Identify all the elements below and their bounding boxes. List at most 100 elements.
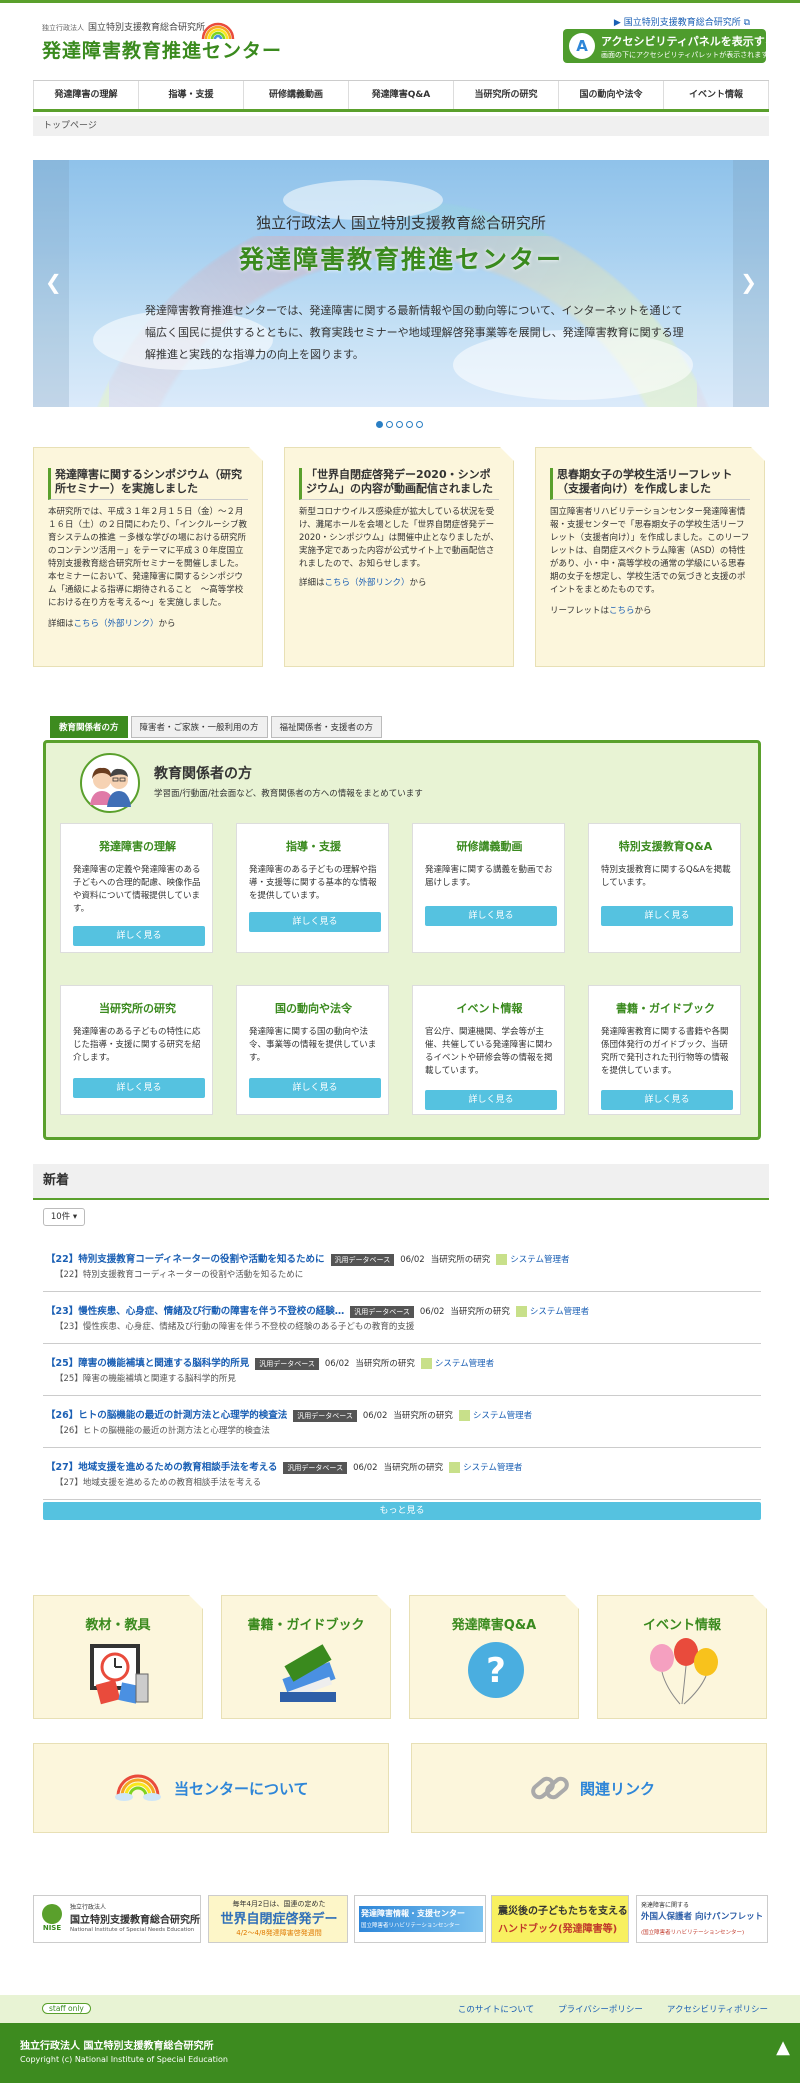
footer-link-about[interactable]: このサイトについて <box>458 2003 534 2015</box>
external-link-icon: ⧉ <box>740 18 750 28</box>
card-desc: 発達障害に関する国の動向や法令、事業等の情報を提供しています。 <box>249 1027 377 1063</box>
nav-item-qa[interactable]: 発達障害Q&A <box>348 81 453 109</box>
nav-item-research[interactable]: 当研究所の研究 <box>453 81 558 109</box>
card-desc: 発達障害の定義や発達障害のある子どもへの合理的配慮、映像作品や資料について情報提… <box>73 865 201 914</box>
tile-about-center[interactable]: 当センターについて <box>33 1743 389 1833</box>
card-title: 国の動向や法令 <box>275 1002 352 1015</box>
card-policy: 国の動向や法令 発達障害に関する国の動向や法令、事業等の情報を提供しています。 … <box>236 985 389 1115</box>
slider-dot-3[interactable] <box>396 421 403 428</box>
news-title-link[interactable]: 【26】ヒトの脳機能の最近の計測方法と心理学的検査法 <box>46 1410 287 1421</box>
more-prefix: 詳細は <box>299 578 325 588</box>
tile-teaching-materials[interactable]: 教材・教具 <box>33 1595 203 1719</box>
banner-info-center[interactable]: 発達障害情報・支援センター 国立障害者リハビリテーションセンター <box>354 1895 486 1943</box>
page-fold <box>753 1595 767 1609</box>
details-button[interactable]: 詳しく見る <box>425 906 557 926</box>
user-icon <box>449 1462 461 1473</box>
staff-only-link[interactable]: staff only <box>42 2003 91 2014</box>
panel-subtitle: 学習面/行動面/社会面など、教育関係者の方への情報をまとめています <box>154 789 423 799</box>
details-button[interactable]: 詳しく見る <box>73 926 205 946</box>
footer-link-privacy[interactable]: プライバシーポリシー <box>558 2003 643 2015</box>
tab-welfare[interactable]: 福祉関係者・支援者の方 <box>270 716 383 738</box>
news-user-link[interactable]: システム管理者 <box>463 1463 522 1473</box>
news-user-link[interactable]: システム管理者 <box>435 1359 494 1369</box>
news-category: 当研究所の研究 <box>430 1255 491 1265</box>
news-title-link[interactable]: 【25】障害の機能補填と関連する脳科学的所見 <box>46 1358 249 1369</box>
accessibility-sub: 画面の下にアクセシビリティパレットが表示されます <box>601 51 769 59</box>
accessibility-panel-button[interactable]: A アクセシビリティパネルを表示する 画面の下にアクセシビリティパレットが表示さ… <box>563 29 776 63</box>
site-logo-org[interactable]: 独立行政法人 国立特別支援教育総合研究所 <box>42 20 205 33</box>
banner-text: 4/2〜4/8発達障害啓発週間 <box>236 1929 322 1937</box>
nav-item-events[interactable]: イベント情報 <box>663 81 769 109</box>
details-button[interactable]: 詳しく見る <box>249 1078 381 1098</box>
footer-link-accessibility[interactable]: アクセシビリティポリシー <box>667 2003 768 2015</box>
card-desc: 特別支援教育に関するQ&Aを掲載しています。 <box>601 865 731 888</box>
banner-handbook[interactable]: 震災後の子どもたちを支える ハンドブック(発達障害等) <box>491 1895 629 1943</box>
news-item: 【27】地域支援を進めるための教育相談手法を考える 汎用データベース 06/02 当研… <box>43 1452 761 1500</box>
nav-item-policy[interactable]: 国の動向や法令 <box>558 81 663 109</box>
news-badge: 汎用データベース <box>330 1253 395 1266</box>
notice-link[interactable]: こちら <box>609 606 635 616</box>
news-more-button[interactable]: もっと見る <box>43 1502 761 1520</box>
org-tag: 独立行政法人 <box>42 24 84 32</box>
details-button[interactable]: 詳しく見る <box>601 906 733 926</box>
external-institute-link[interactable]: ▶ 国立特別支援教育総合研究所 ⧉ <box>614 15 750 28</box>
details-button[interactable]: 詳しく見る <box>425 1090 557 1110</box>
nav-item-guidance[interactable]: 指導・支援 <box>138 81 243 109</box>
details-button[interactable]: 詳しく見る <box>601 1090 733 1110</box>
news-title-link[interactable]: 【22】特別支援教育コーディネーターの役割や活動を知るために <box>46 1254 325 1265</box>
notice-text: 新型コロナウイルス感染症が拡大している状況を受け、灘尾ホールを会場とした「世界自… <box>299 507 499 569</box>
more-prefix: 詳細は <box>48 619 74 629</box>
card-qa: 特別支援教育Q&A 特別支援教育に関するQ&Aを掲載しています。 詳しく見る <box>588 823 741 953</box>
tab-educators[interactable]: 教育関係者の方 <box>50 716 128 738</box>
details-button[interactable]: 詳しく見る <box>73 1078 205 1098</box>
tile-title: 当センターについて <box>174 1780 309 1798</box>
tile-events[interactable]: イベント情報 <box>597 1595 767 1719</box>
page-top-chevron-icon[interactable]: ▲ <box>776 2037 790 2058</box>
news-count-dropdown[interactable]: 10件 ▾ <box>43 1208 85 1226</box>
banner-foreign-parents[interactable]: 発達障害に関する 外国人保護者 向けパンフレット (国立障害者リハビリテーション… <box>636 1895 768 1943</box>
news-user-link[interactable]: システム管理者 <box>473 1411 532 1421</box>
notice-card-symposium: 発達障害に関するシンポジウム（研究所セミナー）を実施しました 本研究所では、平成… <box>33 447 263 667</box>
svg-text:?: ? <box>486 1651 506 1691</box>
notice-more: リーフレットはこちらから <box>550 605 752 618</box>
tile-related-links[interactable]: 関連リンク <box>411 1743 767 1833</box>
news-date: 06/02 <box>419 1307 445 1317</box>
page-fold <box>249 447 263 461</box>
books-icon <box>280 1644 336 1702</box>
news-user-link[interactable]: システム管理者 <box>510 1255 569 1265</box>
banner-nise[interactable]: NISE 独立行政法人 国立特別支援教育総合研究所 National Insti… <box>33 1895 201 1943</box>
top-accent-line <box>0 0 800 3</box>
tile-title: 関連リンク <box>580 1780 656 1798</box>
card-desc: 発達障害教育に関する書籍や各関係団体発行のガイドブック、当研究所で発刊された刊行… <box>601 1027 729 1076</box>
site-logo-title[interactable]: 発達障害教育推進センター <box>42 36 282 63</box>
slider-dot-4[interactable] <box>406 421 413 428</box>
news-title-link[interactable]: 【23】慢性疾患、心身症、情緒及び行動の障害を伴う不登校の経験… <box>46 1306 344 1317</box>
news-title-link[interactable]: 【27】地域支援を進めるための教育相談手法を考える <box>46 1462 277 1473</box>
hero-description: 発達障害教育推進センターでは、発達障害に関する最新情報や国の動向等について、イン… <box>145 304 684 361</box>
slider-dot-1[interactable] <box>376 421 383 428</box>
tile-books[interactable]: 書籍・ガイドブック <box>221 1595 391 1719</box>
tab-families[interactable]: 障害者・ご家族・一般利用の方 <box>130 716 268 738</box>
news-date: 06/02 <box>400 1255 425 1265</box>
banner-autism-day[interactable]: 毎年4月2日は、国連の定めた 世界自閉症啓発デー 4/2〜4/8発達障害啓発週間 <box>208 1895 348 1943</box>
news-item: 【22】特別支援教育コーディネーターの役割や活動を知るために 汎用データベース 06… <box>43 1244 761 1292</box>
banner-text: 国立特別支援教育総合研究所 <box>70 1915 200 1926</box>
card-title: イベント情報 <box>456 1002 523 1015</box>
news-user-link[interactable]: システム管理者 <box>530 1307 589 1317</box>
news-badge: 汎用データベース <box>283 1461 348 1474</box>
hero-subtitle: 独立行政法人 国立特別支援教育総合研究所 <box>256 214 546 232</box>
notice-link[interactable]: こちら（外部リンク） <box>325 578 410 588</box>
slider-dot-5[interactable] <box>416 421 423 428</box>
nav-item-understanding[interactable]: 発達障害の理解 <box>33 81 138 109</box>
card-understanding: 発達障害の理解 発達障害の定義や発達障害のある子どもへの合理的配慮、映像作品や資… <box>60 823 213 953</box>
slider-dot-2[interactable] <box>386 421 393 428</box>
notice-link[interactable]: こちら（外部リンク） <box>74 619 159 629</box>
tile-qa[interactable]: 発達障害Q&A ? <box>409 1595 579 1719</box>
notice-text: 本研究所では、平成３１年２月１５日（金）～２月１６日（土）の２日間にわたり、「イ… <box>48 507 248 608</box>
user-icon <box>420 1358 432 1369</box>
news-category: 当研究所の研究 <box>393 1411 453 1421</box>
details-button[interactable]: 詳しく見る <box>249 912 381 932</box>
rainbow-logo-icon <box>201 22 235 40</box>
nav-item-videos[interactable]: 研修講義動画 <box>243 81 348 109</box>
news-date: 06/02 <box>324 1359 350 1369</box>
